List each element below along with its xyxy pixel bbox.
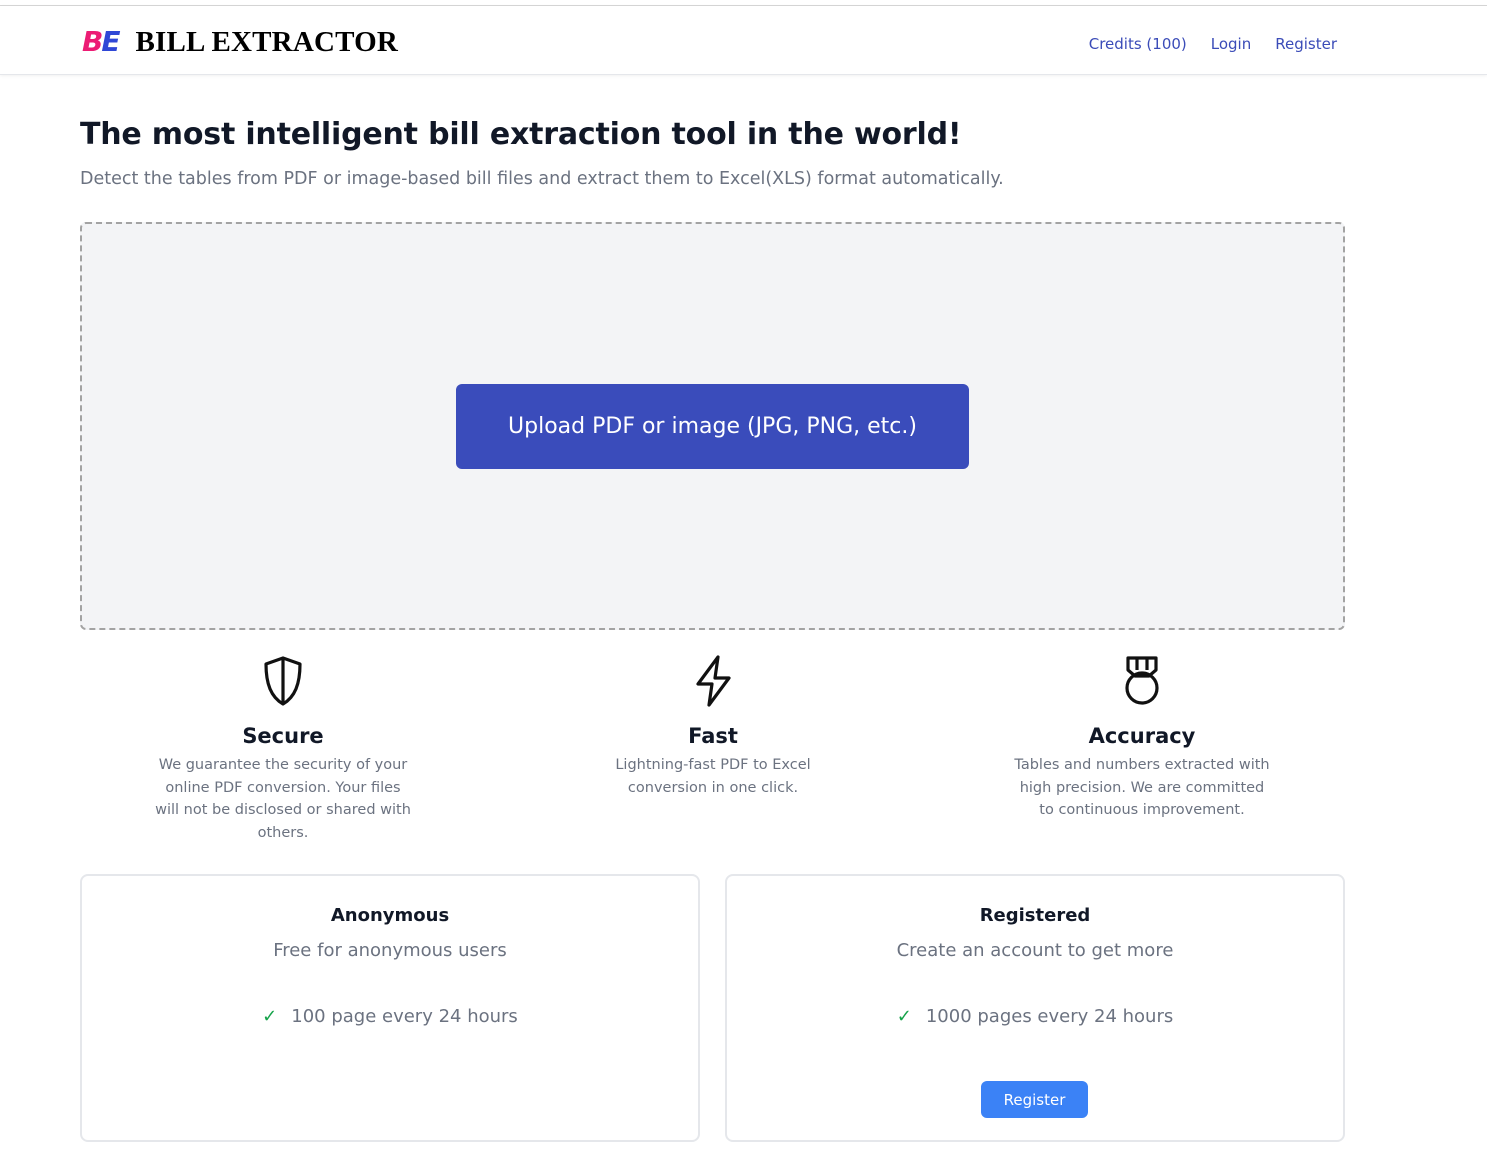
register-button[interactable]: Register (981, 1081, 1088, 1118)
check-icon: ✓ (896, 1006, 912, 1027)
feature-text: Tables and numbers extracted with high p… (1014, 757, 1270, 818)
plan-description: Create an account to get more (896, 940, 1174, 961)
register-link[interactable]: Register (1275, 34, 1337, 54)
login-link[interactable]: Login (1211, 34, 1251, 54)
page-title: The most intelligent bill extraction too… (80, 117, 962, 152)
feature-text: We guarantee the security of your online… (155, 757, 411, 841)
lightning-icon (696, 655, 731, 707)
feature-fast: Fast Lightning-fast PDF to Excel convers… (578, 654, 848, 799)
plan-card-registered: Registered Create an account to get more… (725, 874, 1345, 1142)
medal-icon (1125, 656, 1159, 705)
plan-feature: ✓ 1000 pages every 24 hours (896, 1006, 1174, 1027)
upload-dropzone[interactable]: Upload PDF or image (JPG, PNG, etc.) (80, 222, 1345, 630)
plan-feature: ✓ 100 page every 24 hours (262, 1006, 518, 1027)
feature-accuracy: Accuracy Tables and numbers extracted wi… (1007, 654, 1277, 822)
brand-name: BILL EXTRACTOR (135, 26, 399, 58)
check-icon: ✓ (262, 1006, 278, 1027)
plan-title: Anonymous (330, 905, 450, 926)
plan-title: Registered (979, 905, 1091, 926)
logo-mark-icon: BE (82, 25, 121, 58)
feature-title: Fast (688, 724, 738, 748)
plan-card-anonymous: Anonymous Free for anonymous users ✓ 100 … (80, 874, 700, 1142)
feature-secure: Secure We guarantee the security of your… (148, 654, 418, 844)
top-header: BE BILL EXTRACTOR Credits (100) Login Re… (0, 6, 1487, 75)
feature-text: Lightning-fast PDF to Excel conversion i… (615, 757, 811, 796)
brand-logo[interactable]: BE BILL EXTRACTOR (82, 25, 399, 58)
credits-link[interactable]: Credits (100) (1089, 34, 1187, 54)
page-subtitle: Detect the tables from PDF or image-base… (80, 169, 1004, 189)
top-nav: Credits (100) Login Register (1089, 34, 1337, 54)
feature-title: Secure (242, 724, 324, 748)
plan-description: Free for anonymous users (273, 940, 507, 961)
feature-title: Accuracy (1088, 724, 1196, 748)
upload-button[interactable]: Upload PDF or image (JPG, PNG, etc.) (456, 384, 969, 469)
shield-icon (264, 656, 302, 706)
